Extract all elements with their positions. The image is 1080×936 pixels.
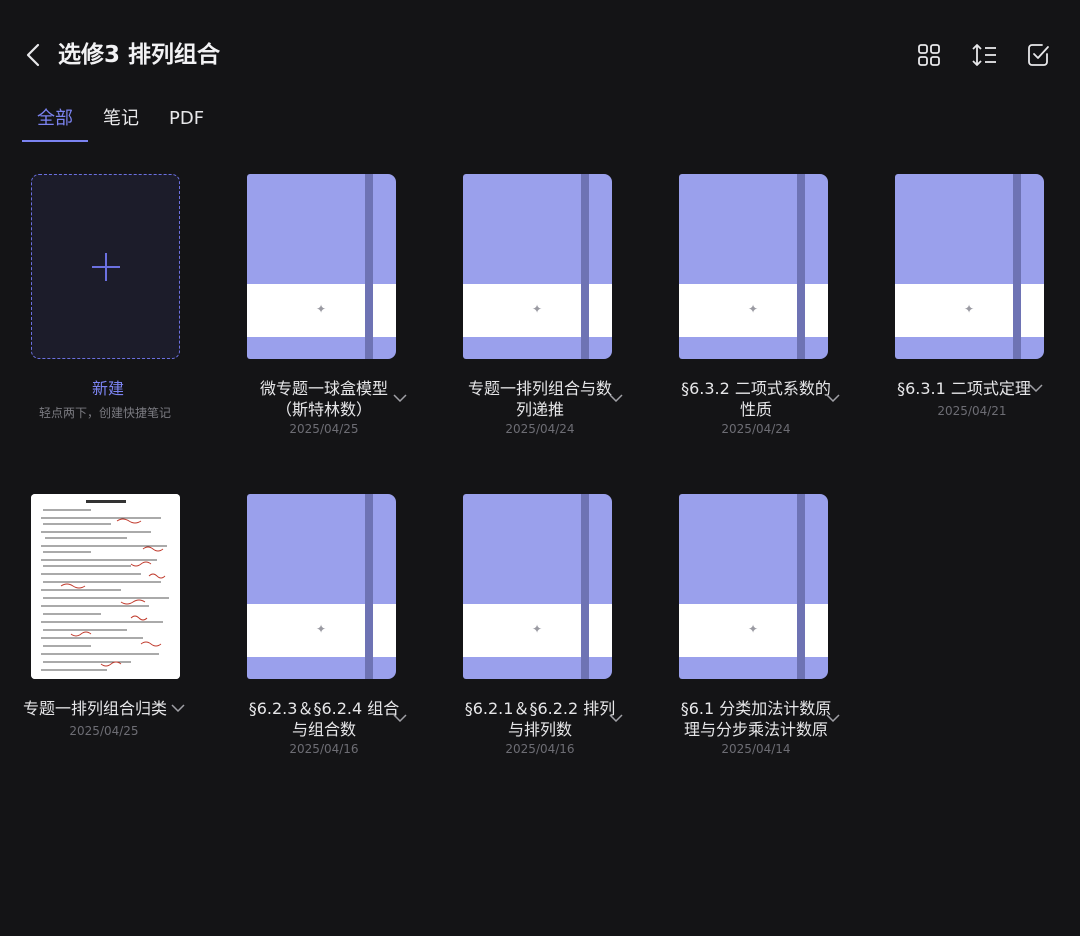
notebook-label-band: ✦ [679, 604, 828, 657]
notebook-cover[interactable]: ✦ [247, 174, 396, 359]
notebook-label-band: ✦ [463, 284, 612, 337]
back-button[interactable] [18, 38, 48, 72]
notebook-cover[interactable]: ✦ [247, 494, 396, 679]
notebook-date: 2025/04/25 [289, 422, 359, 436]
notebook-cover[interactable]: ✦ [895, 174, 1044, 359]
sparkle-icon: ✦ [748, 622, 759, 636]
notebook-label-band: ✦ [247, 604, 396, 657]
notebook-date: 2025/04/14 [721, 742, 791, 756]
pdf-title[interactable]: 专题一排列组合归类 [10, 698, 180, 719]
notebook-title-line: §6.3.1 二项式定理 [897, 379, 1031, 398]
notebook-cover-body: ✦ [463, 494, 612, 679]
pdf-date: 2025/04/25 [69, 724, 139, 738]
top-bar: 选修3 排列组合 [0, 0, 1080, 100]
notebook-cover-body: ✦ [679, 174, 828, 359]
sparkle-icon: ✦ [532, 302, 543, 316]
chevron-down-icon [609, 394, 623, 402]
notebook-date: 2025/04/24 [721, 422, 791, 436]
item-options-button[interactable] [392, 390, 408, 406]
chevron-down-icon [826, 394, 840, 402]
select-button[interactable] [1022, 38, 1056, 72]
notebook-strap [365, 494, 373, 679]
chevron-down-icon [171, 704, 185, 712]
notebook-cover-body: ✦ [247, 174, 396, 359]
notebook-strap [581, 174, 589, 359]
notebook-strap [365, 174, 373, 359]
filter-tabs: 全部 笔记 PDF [22, 100, 219, 144]
pdf-page-preview [31, 494, 180, 679]
notebook-strap [581, 494, 589, 679]
notebook-cover-body: ✦ [463, 174, 612, 359]
sparkle-icon: ✦ [748, 302, 759, 316]
item-options-button[interactable] [825, 390, 841, 406]
notebook-strap [1013, 174, 1021, 359]
notebook-cover-body: ✦ [247, 494, 396, 679]
notebook-label-band: ✦ [895, 284, 1044, 337]
pdf-thumbnail[interactable] [31, 494, 180, 679]
sparkle-icon: ✦ [532, 622, 543, 636]
notebook-label-band: ✦ [247, 284, 396, 337]
item-options-button[interactable] [170, 700, 186, 716]
chevron-down-icon [393, 394, 407, 402]
grid-view-icon [918, 44, 940, 66]
notebook-cover[interactable]: ✦ [679, 174, 828, 359]
chevron-down-icon [609, 714, 623, 722]
chevron-left-icon [26, 43, 40, 67]
sparkle-icon: ✦ [964, 302, 975, 316]
notebook-date: 2025/04/21 [937, 404, 1007, 418]
notebook-date: 2025/04/16 [289, 742, 359, 756]
item-options-button[interactable] [392, 710, 408, 726]
new-note-button[interactable] [31, 174, 180, 359]
plus-icon-vertical [105, 253, 107, 281]
notebook-label-band: ✦ [463, 604, 612, 657]
select-checkbox-icon [1028, 44, 1049, 66]
notebook-cover[interactable]: ✦ [463, 494, 612, 679]
new-note-label: 新建 [91, 379, 124, 398]
sparkle-icon: ✦ [316, 622, 327, 636]
notebook-cover[interactable]: ✦ [679, 494, 828, 679]
item-options-button[interactable] [608, 710, 624, 726]
grid-view-button[interactable] [912, 38, 946, 72]
sort-button[interactable] [967, 38, 1001, 72]
notebook-date: 2025/04/24 [505, 422, 575, 436]
page-title: 选修3 排列组合 [58, 42, 221, 68]
sort-icon [972, 44, 996, 66]
notebook-cover-body: ✦ [679, 494, 828, 679]
tab-all[interactable]: 全部 [22, 100, 88, 142]
item-options-button[interactable] [1028, 380, 1044, 396]
sparkle-icon: ✦ [316, 302, 327, 316]
notebook-date: 2025/04/16 [505, 742, 575, 756]
new-note-hint: 轻点两下，创建快捷笔记 [38, 406, 171, 420]
tab-pdf[interactable]: PDF [154, 100, 219, 140]
notebook-strap [797, 494, 805, 679]
notebook-title[interactable]: §6.3.1 二项式定理 [874, 378, 1054, 399]
notebook-strap [797, 174, 805, 359]
tab-notes[interactable]: 笔记 [88, 100, 154, 140]
chevron-down-icon [393, 714, 407, 722]
chevron-down-icon [826, 714, 840, 722]
item-options-button[interactable] [608, 390, 624, 406]
item-options-button[interactable] [825, 710, 841, 726]
chevron-down-icon [1029, 384, 1043, 392]
notebook-cover-body: ✦ [895, 174, 1044, 359]
pdf-title-line: 专题一排列组合归类 [22, 699, 167, 718]
notebook-label-band: ✦ [679, 284, 828, 337]
notebook-cover[interactable]: ✦ [463, 174, 612, 359]
